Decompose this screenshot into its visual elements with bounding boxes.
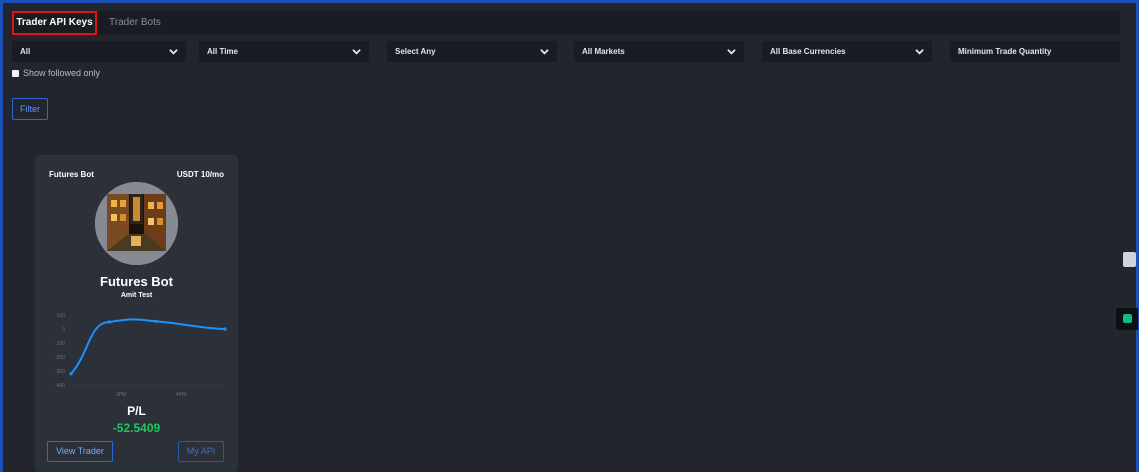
- y-tick-label: -100: [55, 341, 65, 347]
- chevron-down-icon: [727, 49, 736, 55]
- pl-series-line: [70, 318, 226, 375]
- avatar: [95, 182, 178, 265]
- chevron-down-icon: [540, 49, 549, 55]
- pl-value: -52.5409: [112, 421, 161, 435]
- y-tick-label: -200: [55, 355, 65, 361]
- currencies-select[interactable]: All Base Currencies: [762, 41, 932, 62]
- show-followed-label: Show followed only: [23, 68, 101, 78]
- time-select[interactable]: All Time: [199, 41, 369, 62]
- trader-card: Futures Bot USDT 10/mo Futures Bot Amit …: [35, 155, 238, 472]
- pl-data-point: [69, 372, 73, 376]
- card-owner: Amit Test: [120, 292, 153, 299]
- markets-select[interactable]: All Markets: [574, 41, 744, 62]
- markets-select-value: All Markets: [582, 47, 625, 56]
- y-tick-label: -400: [55, 383, 65, 389]
- chevron-down-icon: [169, 49, 178, 55]
- y-tick-label: 100: [57, 313, 66, 319]
- my-api-button[interactable]: My API: [178, 441, 224, 462]
- card-type: Futures Bot: [49, 170, 94, 179]
- card-price: USDT 10/mo: [176, 170, 224, 179]
- view-trader-button[interactable]: View Trader: [47, 441, 113, 462]
- y-tick-label: -300: [55, 369, 65, 375]
- any-select-value: Select Any: [395, 47, 436, 56]
- street-photo: [95, 182, 178, 265]
- card-title: Futures Bot: [100, 274, 173, 289]
- filter-button[interactable]: Filter: [12, 98, 48, 120]
- x-tick-label: 4PM: [176, 392, 186, 398]
- x-tick-label: 3PM: [116, 392, 126, 398]
- share-icon[interactable]: [1123, 252, 1136, 267]
- y-tick-label: 0: [62, 327, 65, 333]
- min-quantity-field[interactable]: Minimum Trade Quantity: [950, 41, 1120, 62]
- tab-trader-api-keys[interactable]: Trader API Keys: [12, 11, 97, 35]
- currencies-select-value: All Base Currencies: [770, 47, 846, 56]
- chevron-down-icon: [352, 49, 361, 55]
- time-select-value: All Time: [207, 47, 238, 56]
- pl-data-point: [223, 327, 227, 331]
- pl-chart: 100 0 -100 -200 -300 -400 3PM 4PM: [55, 313, 227, 398]
- any-select[interactable]: Select Any: [387, 41, 557, 62]
- chat-widget-icon[interactable]: [1116, 308, 1138, 330]
- tab-bar: Trader API Keys Trader Bots: [12, 11, 1120, 35]
- pl-data-point: [107, 320, 112, 324]
- type-select[interactable]: All: [12, 41, 186, 62]
- pl-label: P/L: [127, 404, 146, 418]
- tab-trader-bots[interactable]: Trader Bots: [101, 11, 169, 35]
- pl-data-point: [154, 319, 158, 323]
- checkbox[interactable]: [12, 69, 19, 77]
- type-select-value: All: [20, 47, 31, 56]
- chevron-down-icon: [915, 49, 924, 55]
- chat-dot-icon: [1123, 314, 1132, 323]
- show-followed-toggle[interactable]: Show followed only: [12, 68, 100, 78]
- min-quantity-placeholder: Minimum Trade Quantity: [958, 47, 1052, 56]
- filter-bar: All All Time Select Any All Markets All …: [12, 41, 1120, 62]
